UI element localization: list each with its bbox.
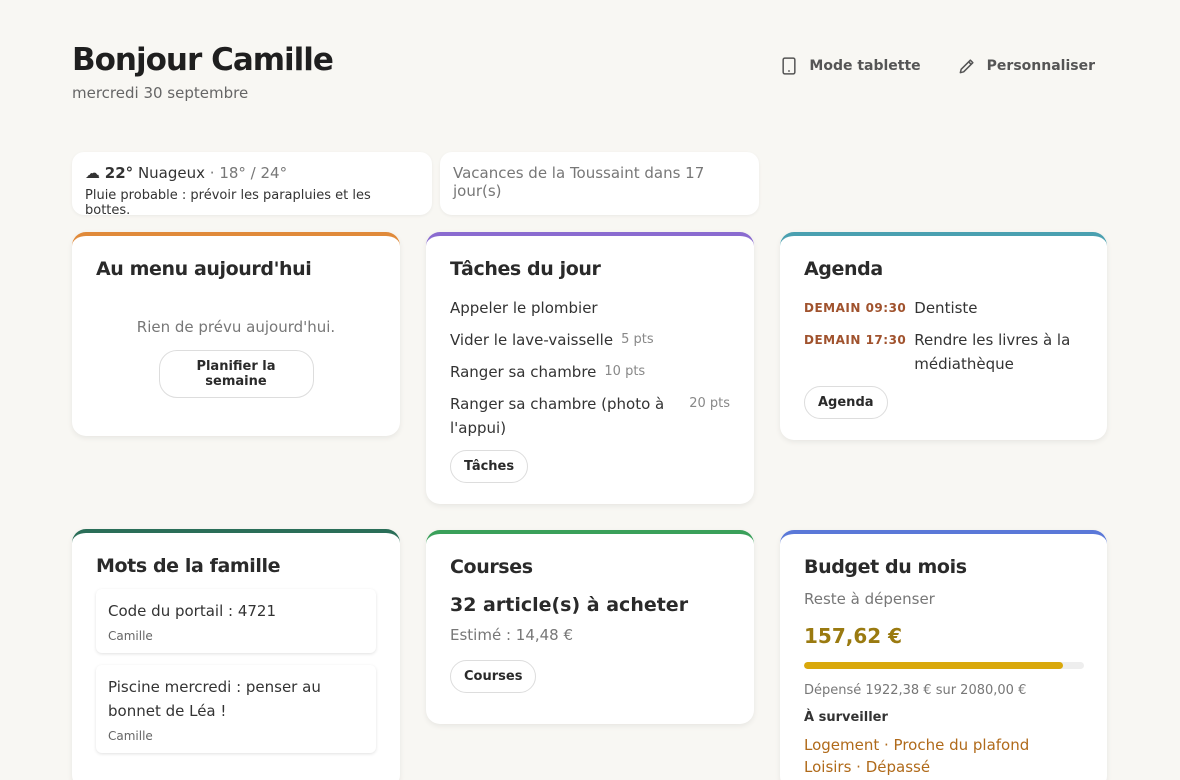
- task-points: 5 pts: [621, 332, 654, 347]
- current-date: mercredi 30 septembre: [72, 84, 249, 102]
- menu-card: Au menu aujourd'hui Rien de prévu aujour…: [72, 232, 400, 436]
- weather-card: ☁ 22° Nuageux · 18° / 24° Pluie probable…: [72, 152, 432, 218]
- cloud-icon: ☁: [85, 164, 100, 182]
- agenda-event[interactable]: DEMAIN 09:30 Dentiste: [804, 296, 1083, 320]
- family-notes-card: Mots de la famille Code du portail : 472…: [72, 529, 400, 780]
- agenda-list: DEMAIN 09:30 Dentiste DEMAIN 17:30 Rendr…: [804, 296, 1083, 376]
- budget-card: Budget du mois Reste à dépenser 157,62 €…: [780, 530, 1107, 780]
- task-item[interactable]: Ranger sa chambre 10 pts: [450, 360, 730, 384]
- task-points: 10 pts: [604, 364, 646, 379]
- shopping-card: Courses 32 article(s) à acheter Estimé :…: [426, 530, 754, 724]
- note-text: Code du portail : 4721: [108, 602, 277, 620]
- budget-spent-text: Dépensé 1922,38 € sur 2080,00 €: [804, 683, 1027, 698]
- event-time: DEMAIN 17:30: [804, 333, 907, 347]
- weather-temp: 22°: [104, 164, 134, 182]
- task-label: Vider le lave-vaisselle: [450, 331, 614, 349]
- task-label: Ranger sa chambre (photo à l'appui): [450, 395, 665, 437]
- task-item[interactable]: Ranger sa chambre (photo à l'appui) 20 p…: [450, 392, 730, 440]
- tablet-icon: [782, 57, 796, 75]
- tasks-title: Tâches du jour: [450, 258, 601, 280]
- task-label: Ranger sa chambre: [450, 363, 597, 381]
- budget-remaining-label: Reste à dépenser: [804, 590, 935, 608]
- event-title: Rendre les livres à la médiathèque: [914, 331, 1071, 373]
- budget-progress-bar: [804, 662, 1084, 669]
- budget-watch-label: À surveiller: [804, 710, 888, 725]
- page-header: Bonjour Camille mercredi 30 septembre: [72, 42, 334, 102]
- header-actions: Mode tablette Personnaliser: [779, 56, 1095, 76]
- budget-title: Budget du mois: [804, 556, 967, 578]
- task-points: 20 pts: [689, 396, 730, 411]
- holiday-text: Vacances de la Toussaint dans 17 jour(s): [453, 164, 705, 200]
- pencil-icon: [959, 59, 974, 74]
- task-item[interactable]: Appeler le plombier: [450, 296, 730, 320]
- task-label: Appeler le plombier: [450, 299, 598, 317]
- task-list: Appeler le plombier Vider le lave-vaisse…: [450, 296, 730, 440]
- agenda-card: Agenda DEMAIN 09:30 Dentiste DEMAIN 17:3…: [780, 232, 1107, 440]
- greeting-title: Bonjour Camille: [72, 42, 334, 78]
- tablet-mode-button[interactable]: Mode tablette: [779, 56, 921, 76]
- agenda-event[interactable]: DEMAIN 17:30 Rendre les livres à la médi…: [804, 328, 1083, 376]
- holiday-countdown-card: Vacances de la Toussaint dans 17 jour(s): [440, 152, 759, 215]
- family-notes-title: Mots de la famille: [96, 555, 281, 577]
- tasks-card: Tâches du jour Appeler le plombier Vider…: [426, 232, 754, 504]
- agenda-title: Agenda: [804, 258, 883, 280]
- weather-summary: ☁ 22° Nuageux · 18° / 24°: [85, 164, 419, 182]
- weather-range: · 18° / 24°: [209, 164, 288, 182]
- customize-label: Personnaliser: [986, 58, 1095, 74]
- plan-week-button[interactable]: Planifier la semaine: [158, 350, 314, 398]
- event-title: Dentiste: [914, 299, 978, 317]
- tasks-button[interactable]: Tâches: [450, 450, 529, 483]
- weather-advice: Pluie probable : prévoir les parapluies …: [85, 188, 371, 218]
- menu-empty-text: Rien de prévu aujourd'hui.: [136, 318, 336, 336]
- budget-alert[interactable]: Logement · Proche du plafond: [804, 735, 1083, 755]
- weather-condition: Nuageux: [137, 164, 205, 182]
- budget-alert[interactable]: Loisirs · Dépassé: [804, 757, 1083, 777]
- customize-button[interactable]: Personnaliser: [957, 56, 1095, 76]
- family-note[interactable]: Code du portail : 4721 Camille: [96, 589, 376, 653]
- note-text: Piscine mercredi : penser au bonnet de L…: [108, 678, 321, 720]
- menu-title: Au menu aujourd'hui: [96, 258, 312, 280]
- budget-remaining-amount: 157,62 €: [804, 624, 903, 648]
- event-time: DEMAIN 09:30: [804, 301, 907, 315]
- shopping-title: Courses: [450, 556, 533, 578]
- tablet-mode-label: Mode tablette: [809, 58, 921, 74]
- note-author: Camille: [108, 729, 153, 743]
- agenda-button[interactable]: Agenda: [804, 386, 888, 419]
- family-note[interactable]: Piscine mercredi : penser au bonnet de L…: [96, 665, 376, 753]
- shopping-count: 32 article(s) à acheter: [450, 594, 689, 616]
- shopping-button[interactable]: Courses: [450, 660, 537, 693]
- shopping-estimate: Estimé : 14,48 €: [450, 626, 574, 644]
- budget-progress-fill: [804, 662, 1063, 669]
- note-author: Camille: [108, 629, 153, 643]
- task-item[interactable]: Vider le lave-vaisselle 5 pts: [450, 328, 730, 352]
